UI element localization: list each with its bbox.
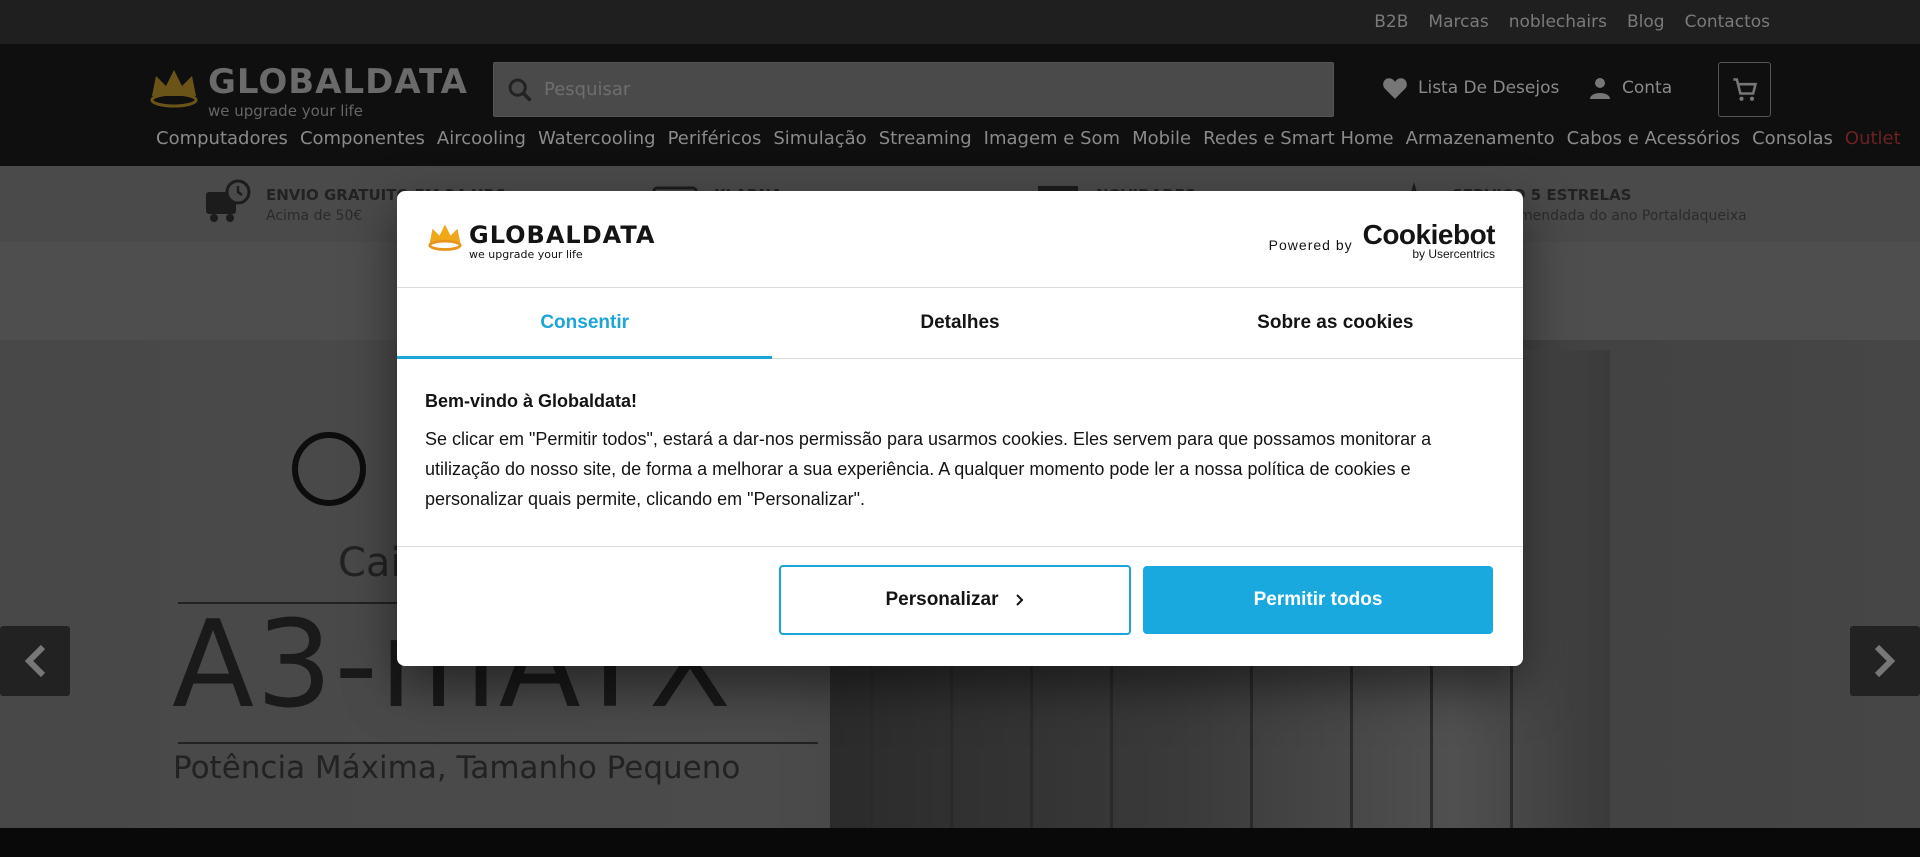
dialog-header: GLOBALDATA we upgrade your life Powered … bbox=[397, 191, 1523, 288]
allow-all-button[interactable]: Permitir todos bbox=[1143, 566, 1493, 634]
dialog-body-text: Se clicar em "Permitir todos", estará a … bbox=[425, 429, 1432, 509]
dialog-tabs: Consentir Detalhes Sobre as cookies bbox=[397, 288, 1523, 359]
tab-consentir[interactable]: Consentir bbox=[397, 288, 773, 359]
powered-by-label: Powered by bbox=[1268, 237, 1353, 253]
dialog-body: Bem-vindo à Globaldata! Se clicar em "Pe… bbox=[397, 359, 1523, 547]
crown-icon bbox=[428, 224, 462, 251]
dialog-footer: Personalizar Permitir todos bbox=[397, 547, 1523, 665]
dialog-logo-wordmark: GLOBALDATA bbox=[469, 221, 656, 249]
customize-button[interactable]: Personalizar bbox=[779, 565, 1131, 635]
dialog-heading: Bem-vindo à Globaldata! bbox=[425, 391, 638, 411]
dialog-logo: GLOBALDATA we upgrade your life bbox=[427, 221, 654, 261]
customize-label: Personalizar bbox=[885, 589, 999, 610]
modal-overlay: GLOBALDATA we upgrade your life Powered … bbox=[0, 0, 1920, 857]
tab-detalhes[interactable]: Detalhes bbox=[772, 288, 1147, 358]
dialog-logo-tagline: we upgrade your life bbox=[469, 248, 583, 261]
chevron-right-icon bbox=[1015, 594, 1023, 606]
powered-by-cookiebot[interactable]: Powered by Cookiebot by Usercentrics bbox=[1268, 219, 1496, 262]
cookiebot-logo: Cookiebot bbox=[1362, 219, 1496, 250]
tab-sobre-cookies[interactable]: Sobre as cookies bbox=[1148, 288, 1523, 358]
cookie-consent-dialog: GLOBALDATA we upgrade your life Powered … bbox=[397, 191, 1523, 666]
